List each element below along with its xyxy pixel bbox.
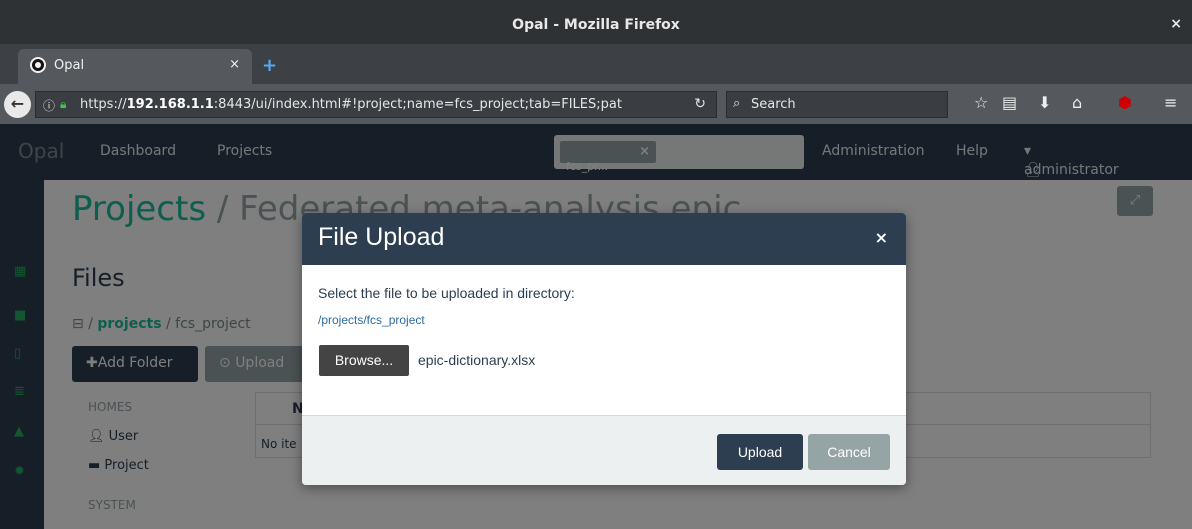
modal-header: File Upload × [302, 213, 906, 265]
window-close-button[interactable]: × [1170, 16, 1182, 32]
info-icon[interactable]: ⓘ [43, 97, 55, 114]
lock-icon: 🔒︎ [60, 97, 67, 111]
tab-label: Opal [54, 58, 85, 73]
reading-list-icon[interactable]: ▤ [1002, 93, 1017, 112]
back-button[interactable]: ← [4, 91, 31, 118]
reload-icon[interactable]: ↻ [694, 96, 706, 112]
ublock-shield-icon[interactable]: ⬢ [1118, 93, 1132, 112]
window-title: Opal - Mozilla Firefox [512, 17, 680, 33]
search-placeholder: Search [751, 97, 796, 112]
search-icon: ⌕ [733, 96, 741, 111]
url-bar[interactable]: ⓘ 🔒︎ https://192.168.1.1:8443/ui/index.h… [35, 91, 717, 118]
upload-prompt: Select the file to be uploaded in direct… [318, 285, 575, 301]
new-tab-button[interactable]: + [262, 55, 277, 76]
home-icon[interactable]: ⌂ [1072, 93, 1082, 112]
window-titlebar: Opal - Mozilla Firefox × [0, 0, 1192, 44]
file-upload-dialog: File Upload × Select the file to be uplo… [302, 213, 906, 485]
url-text: https://192.168.1.1:8443/ui/index.html#!… [80, 97, 622, 112]
modal-footer: Upload Cancel [302, 415, 906, 485]
modal-title: File Upload [318, 223, 445, 251]
selected-file-name: epic-dictionary.xlsx [418, 352, 536, 368]
tab-strip: Opal × + [0, 44, 1192, 84]
hamburger-menu-icon[interactable]: ≡ [1164, 93, 1177, 112]
upload-button[interactable]: Upload [717, 434, 803, 470]
browse-button[interactable]: Browse... [319, 345, 409, 376]
target-directory-link[interactable]: /projects/fcs_project [318, 313, 425, 327]
modal-body: Select the file to be uploaded in direct… [302, 265, 906, 415]
search-input[interactable]: ⌕ Search [726, 91, 948, 118]
modal-close-button[interactable]: × [875, 228, 888, 247]
browser-toolbar: ← ⓘ 🔒︎ https://192.168.1.1:8443/ui/index… [0, 84, 1192, 124]
downloads-icon[interactable]: ⬇ [1038, 93, 1051, 112]
bookmark-star-icon[interactable]: ☆ [974, 93, 988, 112]
browser-tab[interactable]: Opal × [18, 49, 252, 84]
tab-close-icon[interactable]: × [229, 57, 240, 72]
cancel-button[interactable]: Cancel [808, 434, 890, 470]
opal-favicon-icon [30, 57, 46, 73]
